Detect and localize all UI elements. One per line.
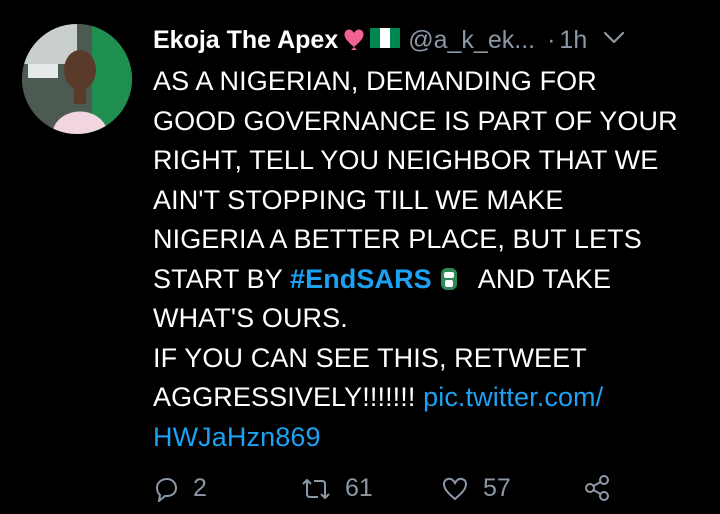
tweet-text-line: AIN'T STOPPING TILL WE MAKE [153, 184, 564, 215]
timestamp[interactable]: 1h [559, 26, 587, 55]
media-link[interactable]: pic.twitter.com/ [423, 382, 603, 412]
tweet-text-line: NIGERIA A BETTER PLACE, BUT LETS [153, 224, 642, 254]
tweet-text-line: GOOD GOVERNANCE IS PART OF YOUR [153, 105, 678, 136]
media-link-continued[interactable]: HWJaHzn869 [153, 422, 321, 452]
tweet-header: Ekoja The Apex @a_k_ek... · 1h [153, 20, 713, 60]
tweet-text-line: START BY #EndSARS AND TAKE [153, 260, 713, 300]
tweet-text-line: RIGHT, TELL YOU NEIGHBOR THAT WE [153, 145, 659, 175]
retweet-button[interactable]: 61 [301, 474, 373, 503]
share-icon [583, 474, 611, 502]
chevron-down-icon[interactable] [603, 31, 625, 50]
like-icon [441, 476, 469, 502]
like-count: 57 [483, 474, 511, 502]
text-segment: AND TAKE [477, 263, 612, 294]
share-button[interactable] [583, 474, 611, 502]
tweet-text-line: AGGRESSIVELY!!!!!!! pic.twitter.com/ [153, 378, 713, 418]
like-button[interactable]: 57 [441, 474, 511, 503]
tweet-text: AS A NIGERIAN, DEMANDING FOR GOOD GOVERN… [153, 62, 713, 457]
tweet-actions: 2 61 57 [153, 474, 693, 514]
separator-dot: · [547, 25, 556, 54]
tweet-content: Ekoja The Apex @a_k_ek... · 1h AS A NIGE… [153, 20, 713, 457]
hashtag-link[interactable]: #EndSARS [290, 264, 432, 294]
nigeria-flag-emoji [370, 26, 401, 55]
text-segment: START BY [153, 263, 283, 294]
retweet-count: 61 [345, 474, 373, 502]
tweet-text-line: AS A NIGERIAN, DEMANDING FOR [153, 66, 597, 96]
display-name[interactable]: Ekoja The Apex [153, 26, 338, 55]
green-fist-emoji [440, 264, 458, 290]
reply-button[interactable]: 2 [153, 474, 207, 503]
tweet-text-line: WHAT'S OURS. [153, 303, 348, 333]
text-segment: AGGRESSIVELY!!!!!!! [153, 382, 416, 412]
reply-count: 2 [193, 474, 207, 502]
tweet[interactable]: Ekoja The Apex @a_k_ek... · 1h AS A NIGE… [0, 0, 720, 502]
avatar[interactable] [22, 24, 132, 134]
tweet-text-line: IF YOU CAN SEE THIS, RETWEET [153, 342, 587, 373]
tweet-text-line: HWJaHzn869 [153, 418, 713, 458]
handle[interactable]: @a_k_ek... [408, 26, 535, 55]
heart-emoji [342, 26, 366, 55]
reply-icon [153, 476, 179, 502]
retweet-icon [301, 476, 331, 502]
